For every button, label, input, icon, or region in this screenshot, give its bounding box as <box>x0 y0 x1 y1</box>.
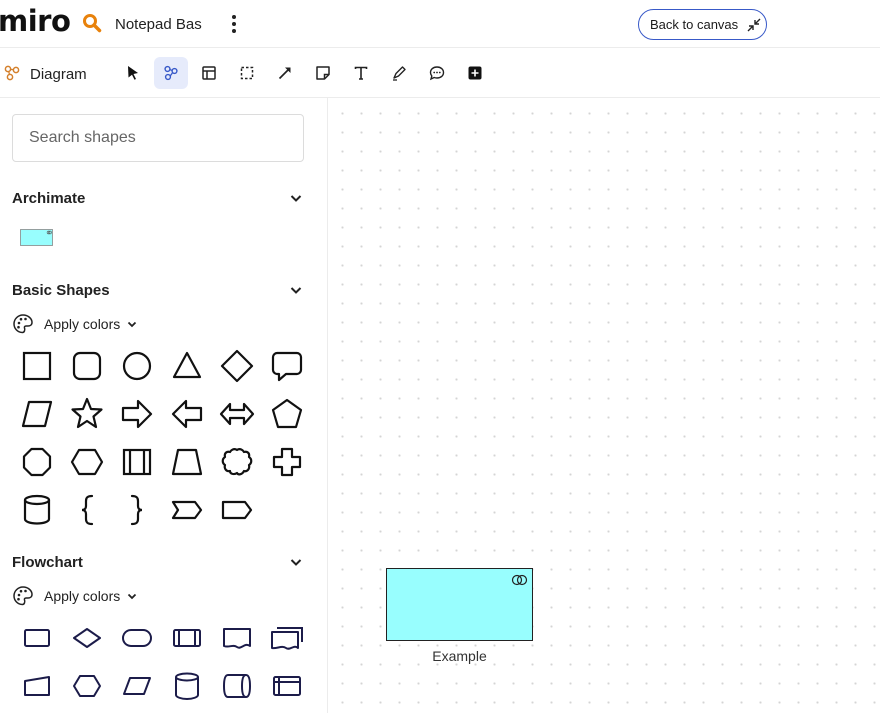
hexagon-shape[interactable] <box>67 442 107 482</box>
example-shape-label: Example <box>432 648 487 664</box>
chevron-shape[interactable] <box>167 490 207 530</box>
flowchart-document-shape[interactable] <box>217 618 257 658</box>
flowchart-internal-storage-shape[interactable] <box>267 666 307 706</box>
flowchart-predefined-process-shape[interactable] <box>167 618 207 658</box>
select-tool-button[interactable] <box>116 57 150 89</box>
select-icon <box>128 66 138 80</box>
collapse-arrows-icon <box>747 18 761 31</box>
flowchart-preparation-shape[interactable] <box>67 666 107 706</box>
board-name[interactable]: Notepad Bas <box>115 16 202 33</box>
flowchart-database-shape[interactable] <box>167 666 207 706</box>
add-icon <box>468 66 482 80</box>
diagram-mode-label: Diagram <box>30 66 87 83</box>
rectangle-shape[interactable] <box>17 346 57 386</box>
cloud-shape[interactable] <box>217 442 257 482</box>
archimate-component-shape[interactable] <box>20 229 53 246</box>
connector-icon <box>278 67 291 80</box>
section-title-basic-shapes[interactable]: Basic Shapes <box>12 282 110 299</box>
section-title-flowchart[interactable]: Flowchart <box>12 554 83 571</box>
sticky-note-icon <box>316 66 330 80</box>
back-to-canvas-label: Back to canvas <box>650 17 739 32</box>
flowchart-direct-data-shape[interactable] <box>217 666 257 706</box>
archimate-component-icon <box>511 574 528 586</box>
frame-tool-button[interactable] <box>192 57 226 89</box>
right-arrow-shape[interactable] <box>117 394 157 434</box>
chevron-down-icon <box>128 321 137 328</box>
flowchart-terminator-shape[interactable] <box>117 618 157 658</box>
right-brace-shape[interactable] <box>117 490 157 530</box>
comment-tool-button[interactable] <box>420 57 454 89</box>
miro-logo[interactable]: miro <box>0 4 71 38</box>
section-title-archimate[interactable]: Archimate <box>12 190 85 207</box>
octagon-shape[interactable] <box>17 442 57 482</box>
palette-icon <box>13 314 33 334</box>
back-to-canvas-button[interactable]: Back to canvas <box>638 9 767 40</box>
pentagon-arrow-shape[interactable] <box>217 490 257 530</box>
flowchart-data-shape[interactable] <box>117 666 157 706</box>
flowchart-multi-document-shape[interactable] <box>267 618 307 658</box>
flowchart-manual-input-shape[interactable] <box>17 666 57 706</box>
diagram-mode-icon <box>4 65 20 81</box>
apply-colors-flowchart[interactable]: Apply colors <box>12 585 138 607</box>
circle-shape[interactable] <box>117 346 157 386</box>
palette-icon <box>13 586 33 606</box>
trapezoid-shape[interactable] <box>167 442 207 482</box>
board-canvas[interactable]: Example <box>329 98 880 713</box>
chevron-down-icon[interactable] <box>288 282 304 298</box>
text-icon <box>354 66 368 80</box>
search-shapes-input[interactable] <box>12 114 304 162</box>
diagram-icon <box>164 65 178 81</box>
pentagon-shape[interactable] <box>267 394 307 434</box>
left-arrow-shape[interactable] <box>167 394 207 434</box>
cross-shape[interactable] <box>267 442 307 482</box>
pen-icon <box>393 66 406 81</box>
apply-colors-label: Apply colors <box>44 588 121 604</box>
top-bar: miro Notepad Bas Back to canvas <box>0 0 880 48</box>
chevron-down-icon[interactable] <box>288 554 304 570</box>
marquee-icon <box>240 66 254 80</box>
pen-tool-button[interactable] <box>382 57 416 89</box>
chevron-down-icon <box>128 593 137 600</box>
search-icon[interactable] <box>82 13 102 33</box>
parallelogram-shape[interactable] <box>17 394 57 434</box>
double-arrow-shape[interactable] <box>217 394 257 434</box>
flowchart-decision-shape[interactable] <box>67 618 107 658</box>
archimate-component-example[interactable] <box>386 568 533 641</box>
add-tool-button[interactable] <box>458 57 492 89</box>
flowchart-process-shape[interactable] <box>17 618 57 658</box>
star-shape[interactable] <box>67 394 107 434</box>
cylinder-shape[interactable] <box>17 490 57 530</box>
connector-tool-button[interactable] <box>268 57 302 89</box>
left-brace-shape[interactable] <box>67 490 107 530</box>
diagram-toolbar: Diagram <box>0 49 880 98</box>
triangle-shape[interactable] <box>167 346 207 386</box>
more-options-icon[interactable] <box>228 13 240 35</box>
frame-icon <box>202 66 216 80</box>
rounded-rectangle-shape[interactable] <box>67 346 107 386</box>
chevron-down-icon[interactable] <box>288 190 304 206</box>
shapes-sidebar: Archimate Basic Shapes Apply colors F <box>0 98 328 713</box>
speech-bubble-shape[interactable] <box>267 346 307 386</box>
apply-colors-basic[interactable]: Apply colors <box>12 313 138 335</box>
diamond-shape[interactable] <box>217 346 257 386</box>
diagram-tool-button[interactable] <box>154 57 188 89</box>
predefined-process-shape[interactable] <box>117 442 157 482</box>
marquee-tool-button[interactable] <box>230 57 264 89</box>
comment-icon <box>429 66 445 81</box>
apply-colors-label: Apply colors <box>44 316 121 332</box>
text-tool-button[interactable] <box>344 57 378 89</box>
sticky-note-tool-button[interactable] <box>306 57 340 89</box>
